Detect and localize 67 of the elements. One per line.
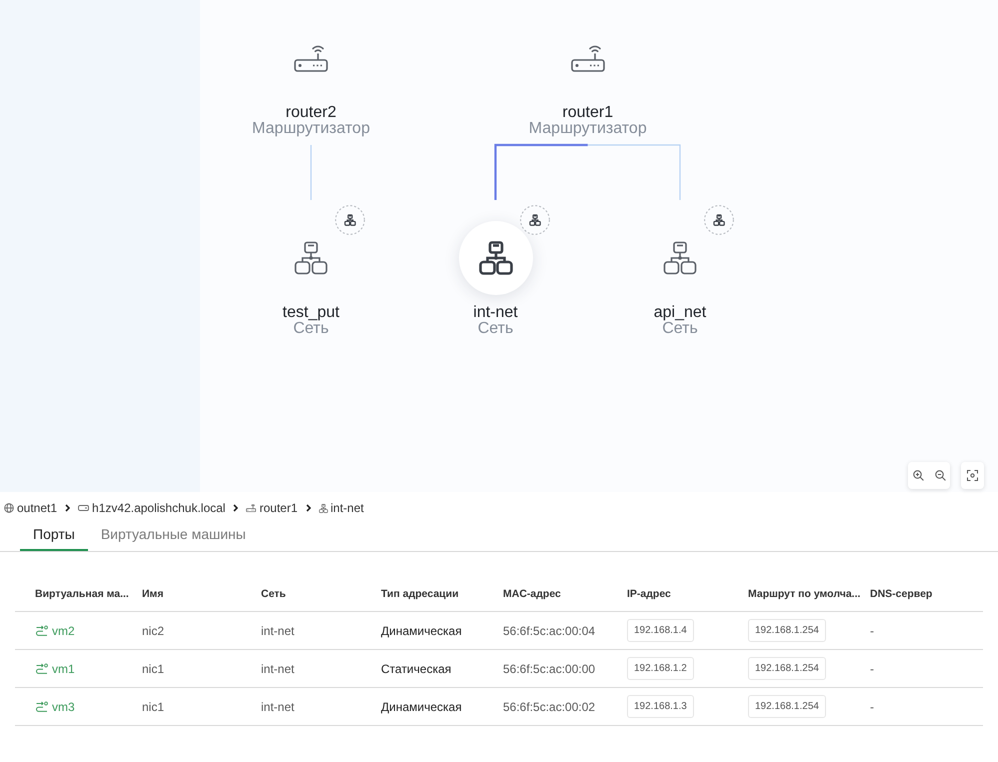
column-header[interactable]: Тип адресации <box>381 588 459 600</box>
table-cell: Статическая <box>381 662 452 676</box>
chevron-icon <box>233 504 238 512</box>
connector-line <box>310 144 312 200</box>
table-cell: nic1 <box>142 700 164 714</box>
table-cell: - <box>870 624 874 638</box>
ip-address-tag: 192.168.1.254 <box>748 695 826 718</box>
column-header[interactable]: Виртуальная ма... <box>35 588 129 600</box>
network-icon <box>318 504 328 512</box>
node-type-label: Сеть <box>293 321 329 337</box>
node-name: test_put <box>282 305 340 321</box>
ip-address-tag: 192.168.1.4 <box>627 619 694 642</box>
fit-view-button[interactable] <box>961 462 984 489</box>
table-cell: Динамическая <box>381 700 462 714</box>
router-icon[interactable] <box>294 44 328 72</box>
network-badge-icon[interactable] <box>335 205 365 235</box>
node-name: router1 <box>562 105 614 121</box>
table-cell: int-net <box>261 624 294 638</box>
node-name: api_net <box>654 305 706 321</box>
breadcrumb-link[interactable]: router1 <box>246 501 298 515</box>
ip-address-tag: 192.168.1.254 <box>748 619 826 642</box>
server-icon <box>78 505 90 511</box>
node-name: int-net <box>473 305 518 321</box>
chevron-icon <box>65 504 70 512</box>
ip-address-tag: 192.168.1.254 <box>748 657 826 680</box>
table-cell: 56:6f:5c:ac:00:04 <box>503 624 596 638</box>
node-type-label: Сеть <box>662 321 698 337</box>
column-header[interactable]: Сеть <box>261 588 286 600</box>
tab[interactable]: Порты <box>20 518 88 551</box>
table-cell: Динамическая <box>381 624 462 638</box>
chevron-icon <box>306 504 310 512</box>
column-header[interactable]: Маршрут по умолча... <box>748 588 860 600</box>
router-icon <box>246 504 256 512</box>
table-cell: - <box>870 662 874 676</box>
node-name: router2 <box>286 105 336 121</box>
column-header[interactable]: Имя <box>142 588 164 600</box>
globe-icon <box>4 503 14 513</box>
table-cell: int-net <box>261 700 294 714</box>
column-header[interactable]: MAC-адрес <box>503 588 561 600</box>
breadcrumb-link[interactable]: int-net <box>318 501 364 515</box>
router-icon[interactable] <box>570 44 605 72</box>
zoom-in-icon <box>912 470 924 481</box>
network-badge-icon[interactable] <box>520 205 550 235</box>
breadcrumb-link[interactable]: h1zv42.apolishchuk.local <box>78 501 226 515</box>
network-icon[interactable] <box>663 241 697 275</box>
breadcrumb-link[interactable]: outnet1 <box>4 501 58 515</box>
table-cell: - <box>870 700 874 714</box>
network-badge-icon[interactable] <box>704 205 734 235</box>
network-icon[interactable] <box>294 241 328 275</box>
table-cell: int-net <box>261 662 294 676</box>
route-icon <box>35 624 48 636</box>
route-icon <box>35 700 48 712</box>
ip-address-tag: 192.168.1.2 <box>627 657 694 680</box>
table-cell: nic1 <box>142 662 164 676</box>
zoom-out-icon <box>934 470 946 481</box>
node-type-label: Сеть <box>478 321 514 337</box>
tab[interactable]: Виртуальные машины <box>88 518 259 551</box>
route-icon <box>35 662 48 674</box>
table-cell: nic2 <box>142 624 164 638</box>
table-cell: 56:6f:5c:ac:00:00 <box>503 662 596 676</box>
column-header[interactable]: IP-адрес <box>627 588 671 600</box>
node-type-label: Маршрутизатор <box>252 121 370 137</box>
ip-address-tag: 192.168.1.3 <box>627 695 694 718</box>
column-header[interactable]: DNS-сервер <box>870 588 932 600</box>
node-type-label: Маршрутизатор <box>528 121 647 137</box>
focus-icon <box>967 470 978 481</box>
table-cell: 56:6f:5c:ac:00:02 <box>503 700 596 714</box>
